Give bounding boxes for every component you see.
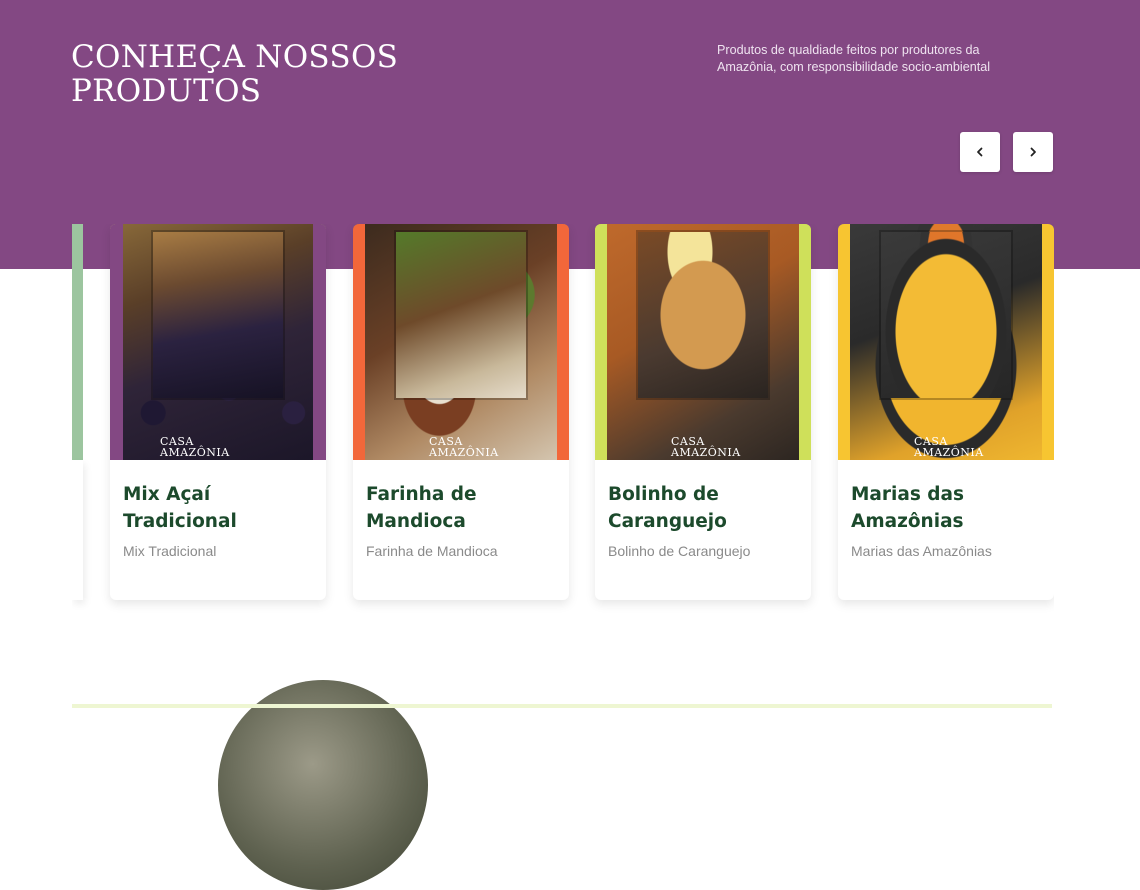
- product-card-marias[interactable]: CASA AMAZÔNIA Marias das Amazônias Maria…: [838, 224, 1054, 600]
- partial-card-image[interactable]: [72, 224, 83, 460]
- acai-berries-image: CASA AMAZÔNIA: [110, 224, 326, 460]
- chevron-right-icon: [1030, 147, 1036, 157]
- product-card-farinha[interactable]: CASA AMAZÔNIA Farinha de Mandioca Farinh…: [353, 224, 569, 600]
- chevron-left-icon: [977, 147, 983, 157]
- hero-subtitle: Produtos de qualdiade feitos por produto…: [717, 43, 991, 74]
- bolinho-inner-photo-frame: [638, 232, 768, 398]
- partial-card-body[interactable]: [72, 460, 83, 600]
- brand-line-2: AMAZÔNIA: [671, 446, 741, 459]
- cassava-flour-image: CASA AMAZÔNIA: [353, 224, 569, 460]
- casa-amazonia-logo: CASA AMAZÔNIA: [160, 436, 230, 458]
- brand-line-2: AMAZÔNIA: [160, 446, 230, 459]
- page-title: CONHEÇA NOSSOS PRODUTOS: [71, 40, 398, 108]
- product-title[interactable]: Mix Açaí Tradicional: [123, 481, 313, 535]
- acai-inner-photo-frame: [153, 232, 283, 398]
- brand-line-2: AMAZÔNIA: [914, 446, 984, 459]
- product-carousel[interactable]: CASA AMAZÔNIA Mix Açaí Tradicional Mix T…: [72, 224, 1054, 616]
- product-subtitle: Bolinho de Caranguejo: [608, 543, 751, 559]
- product-title[interactable]: Bolinho de Caranguejo: [608, 481, 798, 535]
- page-title-line-2: PRODUTOS: [71, 73, 262, 109]
- carousel-prev-button[interactable]: [960, 132, 1000, 172]
- marias-inner-photo-frame: [881, 232, 1011, 398]
- product-card-acai[interactable]: CASA AMAZÔNIA Mix Açaí Tradicional Mix T…: [110, 224, 326, 600]
- product-subtitle: Farinha de Mandioca: [366, 543, 498, 559]
- carousel-next-button[interactable]: [1013, 132, 1053, 172]
- farinha-inner-photo-frame: [396, 232, 526, 398]
- amazon-stew-image: CASA AMAZÔNIA: [838, 224, 1054, 460]
- next-section-band: [72, 704, 1052, 708]
- product-title[interactable]: Marias das Amazônias: [851, 481, 1041, 535]
- section-circle-image: [218, 680, 428, 890]
- casa-amazonia-logo: CASA AMAZÔNIA: [671, 436, 741, 458]
- product-card-bolinho[interactable]: CASA AMAZÔNIA Bolinho de Caranguejo Boli…: [595, 224, 811, 600]
- crab-cake-image: CASA AMAZÔNIA: [595, 224, 811, 460]
- page-title-line-1: CONHEÇA NOSSOS: [71, 39, 399, 75]
- product-subtitle: Mix Tradicional: [123, 543, 217, 559]
- casa-amazonia-logo: CASA AMAZÔNIA: [429, 436, 499, 458]
- casa-amazonia-logo: CASA AMAZÔNIA: [914, 436, 984, 458]
- product-title[interactable]: Farinha de Mandioca: [366, 481, 556, 535]
- product-subtitle: Marias das Amazônias: [851, 543, 992, 559]
- brand-line-2: AMAZÔNIA: [429, 446, 499, 459]
